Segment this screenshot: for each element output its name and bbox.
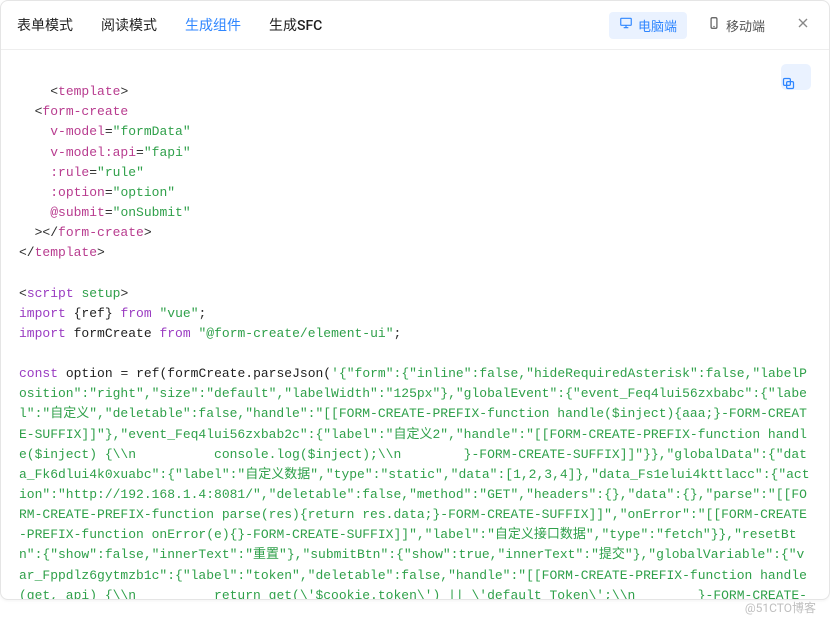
watermark: @51CTO博客 [745, 599, 816, 616]
tab-read-mode[interactable]: 阅读模式 [101, 11, 157, 39]
desktop-icon [619, 16, 633, 34]
device-desktop-label: 电脑端 [638, 16, 677, 35]
tab-gen-sfc[interactable]: 生成SFC [269, 11, 322, 39]
code-view[interactable]: <template> <form-create v-model="formDat… [1, 50, 829, 599]
modal-header: 表单模式 阅读模式 生成组件 生成SFC 电脑端 移动端 [1, 1, 829, 50]
copy-button[interactable] [781, 64, 811, 90]
tab-list: 表单模式 阅读模式 生成组件 生成SFC [17, 11, 609, 39]
device-mobile-label: 移动端 [726, 16, 765, 35]
mobile-icon [707, 16, 721, 34]
modal-container: 表单模式 阅读模式 生成组件 生成SFC 电脑端 移动端 [0, 0, 830, 600]
device-mobile-button[interactable]: 移动端 [697, 12, 775, 39]
close-button[interactable] [793, 15, 813, 35]
tab-gen-component[interactable]: 生成组件 [185, 11, 241, 39]
json-body: '{"form":{"inline":false,"hideRequiredAs… [19, 366, 810, 599]
tag-template-open: template [58, 84, 120, 99]
device-desktop-button[interactable]: 电脑端 [609, 12, 687, 39]
tag-form-create: form-create [42, 104, 128, 119]
tab-form-mode[interactable]: 表单模式 [17, 11, 73, 39]
device-switch: 电脑端 移动端 [609, 12, 813, 39]
close-icon [795, 15, 811, 35]
copy-icon [781, 50, 811, 118]
